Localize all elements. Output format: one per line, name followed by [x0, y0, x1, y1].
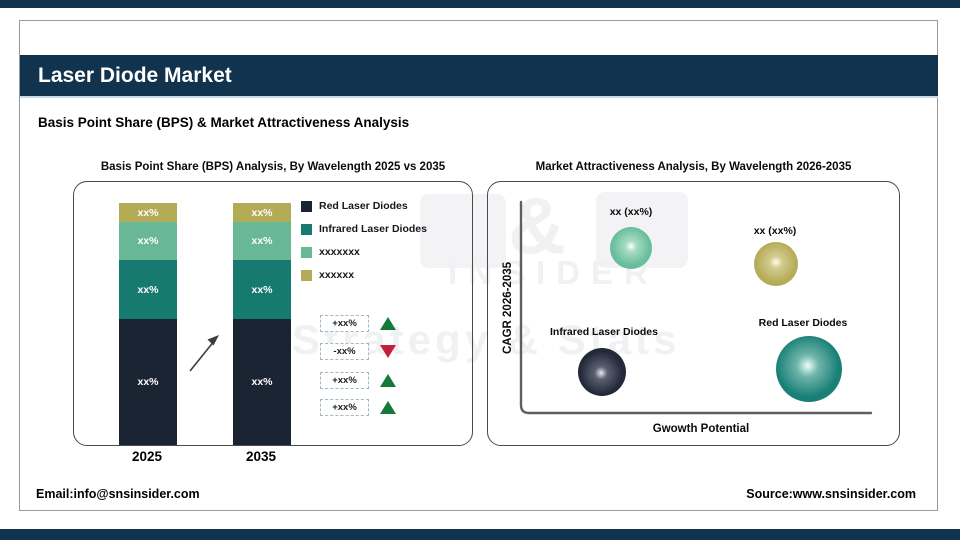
up-triangle-icon — [380, 317, 396, 330]
stacked-bar-2025: xx% xx% xx% xx% — [119, 203, 177, 445]
change-indicator-value: +xx% — [320, 372, 369, 389]
page-title: Laser Diode Market — [38, 63, 232, 87]
legend-item-placeholder-1: xxxxxxx — [301, 246, 360, 258]
legend-item-placeholder-2: xxxxxx — [301, 269, 354, 281]
bps-chart-panel: xx% xx% xx% xx% xx% xx% xx% xx% Red Lase… — [73, 181, 473, 446]
bar-segment: xx% — [233, 319, 291, 445]
bubble-mint — [610, 227, 652, 269]
bar-segment: xx% — [119, 203, 177, 222]
legend-label: xxxxxxx — [319, 246, 360, 258]
change-indicator-value: -xx% — [320, 343, 369, 360]
bar-segment: xx% — [119, 260, 177, 319]
page-subtitle: Basis Point Share (BPS) & Market Attract… — [38, 115, 410, 130]
y-axis-title: CAGR 2026-2035 — [502, 261, 514, 355]
bubble-label: Red Laser Diodes — [758, 317, 848, 329]
up-triangle-icon — [380, 374, 396, 387]
bar-segment: xx% — [119, 319, 177, 445]
down-triangle-icon — [380, 345, 396, 358]
bar-segment: xx% — [119, 222, 177, 260]
top-accent-bar — [0, 0, 960, 8]
bar-segment: xx% — [233, 260, 291, 319]
legend-swatch-icon — [301, 200, 312, 212]
up-triangle-icon — [380, 401, 396, 414]
bottom-accent-bar — [0, 529, 960, 540]
footer-email: Email:info@snsinsider.com — [36, 487, 200, 501]
axes-lines — [519, 200, 873, 415]
bar-segment: xx% — [233, 203, 291, 222]
legend-item-infrared-laser-diodes: Infrared Laser Diodes — [301, 223, 427, 235]
legend-label: xxxxxx — [319, 269, 355, 281]
bps-chart-title: Basis Point Share (BPS) Analysis, By Wav… — [100, 161, 446, 173]
footer-source: Source:www.snsinsider.com — [746, 487, 916, 501]
attractiveness-chart-panel: CAGR 2026-2035 Gwowth Potential xx (xx%)… — [487, 181, 900, 446]
growth-arrow-icon — [189, 335, 219, 372]
legend-item-red-laser-diodes: Red Laser Diodes — [301, 200, 408, 212]
legend-swatch-icon — [301, 269, 312, 281]
change-indicator-value: +xx% — [320, 315, 369, 332]
legend-swatch-icon — [301, 246, 312, 258]
x-axis-label-2035: 2035 — [245, 449, 277, 464]
legend-label: Infrared Laser Diodes — [319, 223, 427, 235]
bar-segment: xx% — [233, 222, 291, 260]
stacked-bar-2035: xx% xx% xx% xx% — [233, 203, 291, 445]
change-indicator-value: +xx% — [320, 399, 369, 416]
bubble-label: xx (xx%) — [609, 206, 653, 218]
legend-label: Red Laser Diodes — [319, 200, 408, 212]
bubble-infrared-laser-diodes — [578, 348, 626, 396]
x-axis-title: Gwowth Potential — [652, 423, 750, 435]
title-banner: Laser Diode Market — [20, 55, 938, 98]
attractiveness-chart-title: Market Attractiveness Analysis, By Wavel… — [535, 161, 852, 173]
x-axis-label-2025: 2025 — [131, 449, 163, 464]
bubble-label: Infrared Laser Diodes — [550, 326, 658, 338]
bubble-label: xx (xx%) — [753, 225, 797, 237]
bubble-red-laser-diodes — [776, 336, 842, 402]
bubble-olive — [754, 242, 798, 286]
legend-swatch-icon — [301, 223, 312, 235]
